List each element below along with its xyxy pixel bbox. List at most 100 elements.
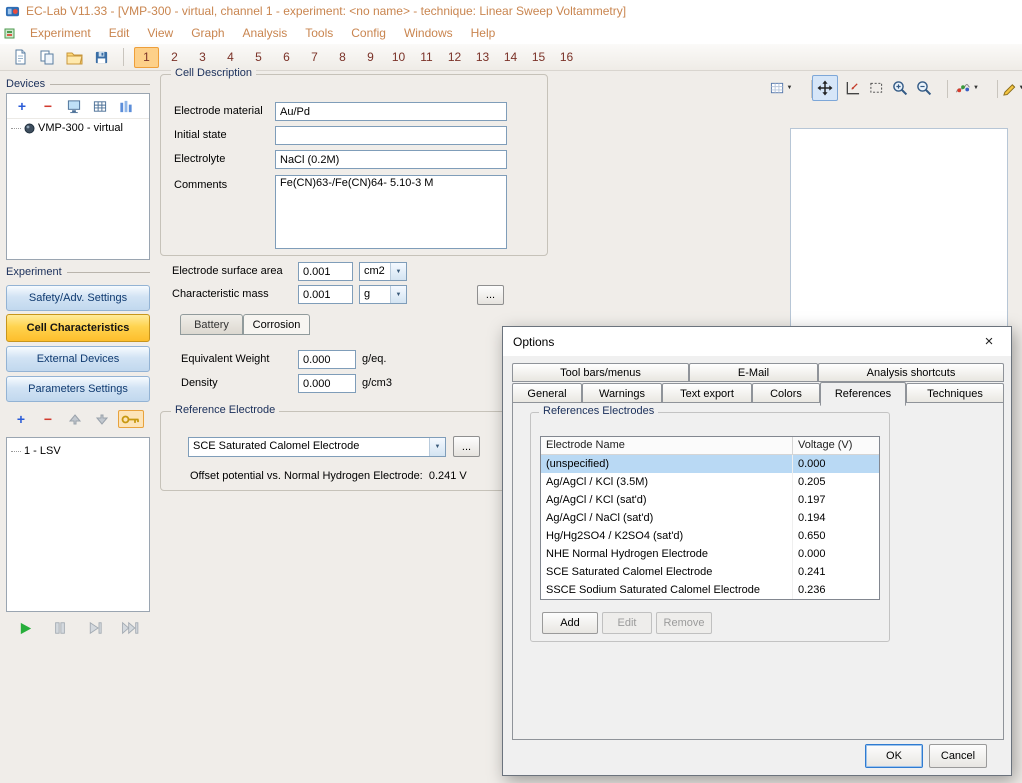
tab-toolbars-menus[interactable]: Tool bars/menus [512,363,689,382]
channel-5-button[interactable]: 5 [246,47,271,68]
technique-tree-item[interactable]: 1 - LSV [7,438,149,457]
channel-16-button[interactable]: 16 [554,47,579,68]
pan-tool-button[interactable] [812,75,838,101]
go-to-end-button[interactable] [117,616,143,640]
pause-button[interactable] [47,616,73,640]
table-row[interactable]: Ag/AgCl / KCl (3.5M) 0.205 [541,473,879,491]
tab-references[interactable]: References [820,382,906,406]
dialog-close-button[interactable]: × [967,327,1011,356]
remove-button[interactable]: Remove [656,612,712,634]
channel-2-button[interactable]: 2 [162,47,187,68]
surface-area-input[interactable] [298,262,353,281]
electrolyte-input[interactable] [275,150,507,169]
reference-more-button[interactable]: ... [453,436,480,457]
menu-graph[interactable]: Graph [182,22,233,44]
tab-email[interactable]: E-Mail [689,363,818,382]
table-row[interactable]: Ag/AgCl / KCl (sat'd) 0.197 [541,491,879,509]
ok-button[interactable]: OK [865,744,923,768]
menu-experiment[interactable]: Experiment [21,22,100,44]
menu-windows[interactable]: Windows [395,22,462,44]
graph-style-button[interactable]: ▼ [996,76,1022,100]
remove-device-button[interactable]: − [37,97,59,115]
tab-techniques[interactable]: Techniques [906,383,1004,404]
comments-textarea[interactable] [275,175,507,249]
external-devices-button[interactable]: External Devices [6,346,150,372]
device-monitor-button[interactable] [63,97,85,115]
device-tree-item[interactable]: VMP-300 - virtual [7,119,149,134]
channel-6-button[interactable]: 6 [274,47,299,68]
channel-1-button[interactable]: 1 [134,47,159,68]
table-row[interactable]: (unspecified) 0.000 [541,455,879,473]
channel-14-button[interactable]: 14 [498,47,523,68]
channel-11-button[interactable]: 11 [414,47,439,68]
menu-analysis[interactable]: Analysis [234,22,297,44]
table-row[interactable]: Hg/Hg2SO4 / K2SO4 (sat'd) 0.650 [541,527,879,545]
channel-3-button[interactable]: 3 [190,47,215,68]
menu-config[interactable]: Config [342,22,395,44]
channel-10-button[interactable]: 10 [386,47,411,68]
menu-edit[interactable]: Edit [100,22,139,44]
table-row[interactable]: SCE Saturated Calomel Electrode 0.241 [541,563,879,581]
zoom-out-button[interactable] [912,76,936,100]
electrode-material-input[interactable] [275,102,507,121]
tab-analysis-shortcuts[interactable]: Analysis shortcuts [818,363,1004,382]
move-down-button[interactable] [91,410,113,428]
device-table-button[interactable] [89,97,111,115]
mass-more-button[interactable]: ... [477,285,504,305]
chevron-down-icon[interactable]: ▼ [390,286,406,303]
add-device-button[interactable]: + [11,97,33,115]
tab-corrosion[interactable]: Corrosion [243,314,310,335]
add-button[interactable]: Add [542,612,598,634]
equivalent-weight-input[interactable] [298,350,356,369]
run-button[interactable] [12,616,38,640]
channel-7-button[interactable]: 7 [302,47,327,68]
column-voltage[interactable]: Voltage (V) [793,437,879,454]
tab-colors[interactable]: Colors [752,383,820,404]
table-row[interactable]: Ag/AgCl / NaCl (sat'd) 0.194 [541,509,879,527]
graph-layout-button[interactable]: ▼ [762,76,800,100]
tab-general[interactable]: General [512,383,582,404]
open-settings-button[interactable] [62,46,86,68]
parameters-settings-button[interactable]: Parameters Settings [6,376,150,402]
characteristic-mass-input[interactable] [298,285,353,304]
save-settings-button[interactable] [89,46,113,68]
tab-warnings[interactable]: Warnings [582,383,662,404]
channel-12-button[interactable]: 12 [442,47,467,68]
density-input[interactable] [298,374,356,393]
table-row[interactable]: SSCE Sodium Saturated Calomel Electrode … [541,581,879,599]
new-settings-button[interactable] [8,46,32,68]
next-technique-button[interactable] [82,616,108,640]
menu-view[interactable]: View [138,22,182,44]
chevron-down-icon[interactable]: ▼ [390,263,406,280]
zoom-box-button[interactable] [864,76,888,100]
edit-button[interactable]: Edit [602,612,652,634]
remove-technique-button[interactable]: − [37,410,59,428]
device-columns-button[interactable] [115,97,137,115]
chevron-down-icon[interactable]: ▼ [429,438,445,456]
axis-cursor-button[interactable] [840,76,864,100]
copy-settings-button[interactable] [35,46,59,68]
move-up-button[interactable] [64,410,86,428]
column-electrode-name[interactable]: Electrode Name [541,437,793,454]
table-row[interactable]: NHE Normal Hydrogen Electrode 0.000 [541,545,879,563]
cancel-button[interactable]: Cancel [929,744,987,768]
tab-battery[interactable]: Battery [180,314,243,335]
menu-help[interactable]: Help [462,22,505,44]
channel-15-button[interactable]: 15 [526,47,551,68]
channel-9-button[interactable]: 9 [358,47,383,68]
surface-area-unit-combo[interactable]: cm2 ▼ [359,262,407,281]
mass-unit-combo[interactable]: g ▼ [359,285,407,304]
initial-state-input[interactable] [275,126,507,145]
trace-style-button[interactable]: ▼ [948,76,986,100]
channel-4-button[interactable]: 4 [218,47,243,68]
zoom-in-button[interactable] [888,76,912,100]
modify-technique-button[interactable] [118,410,144,428]
safety-settings-button[interactable]: Safety/Adv. Settings [6,285,150,311]
reference-electrode-combo[interactable]: SCE Saturated Calomel Electrode ▼ [188,437,446,457]
channel-13-button[interactable]: 13 [470,47,495,68]
add-technique-button[interactable]: + [10,410,32,428]
tab-text-export[interactable]: Text export [662,383,752,404]
channel-8-button[interactable]: 8 [330,47,355,68]
menu-tools[interactable]: Tools [296,22,342,44]
cell-characteristics-button[interactable]: Cell Characteristics [6,314,150,342]
